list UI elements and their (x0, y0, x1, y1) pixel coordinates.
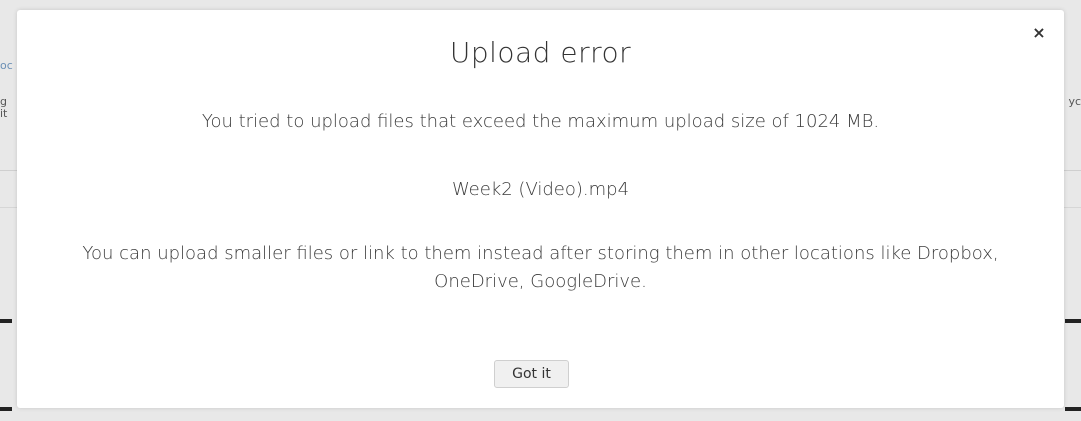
background-dash (1065, 319, 1081, 323)
got-it-button[interactable]: Got it (494, 360, 569, 388)
suggestion-message: You can upload smaller files or link to … (82, 243, 999, 292)
file-name: Week2 (Video).mp4 (451, 179, 630, 200)
background-text-fragment: yc (1068, 95, 1081, 108)
background-text-fragment: it (0, 107, 8, 120)
upload-error-dialog: × Upload error You tried to upload files… (17, 10, 1064, 408)
background-dash (0, 407, 12, 411)
background-text-fragment: oc (0, 59, 13, 72)
background-dash (1065, 407, 1081, 411)
dialog-title: Upload error (449, 36, 632, 69)
background-dash (0, 319, 12, 323)
upload-limit-message: You tried to upload files that exceed th… (201, 111, 880, 132)
